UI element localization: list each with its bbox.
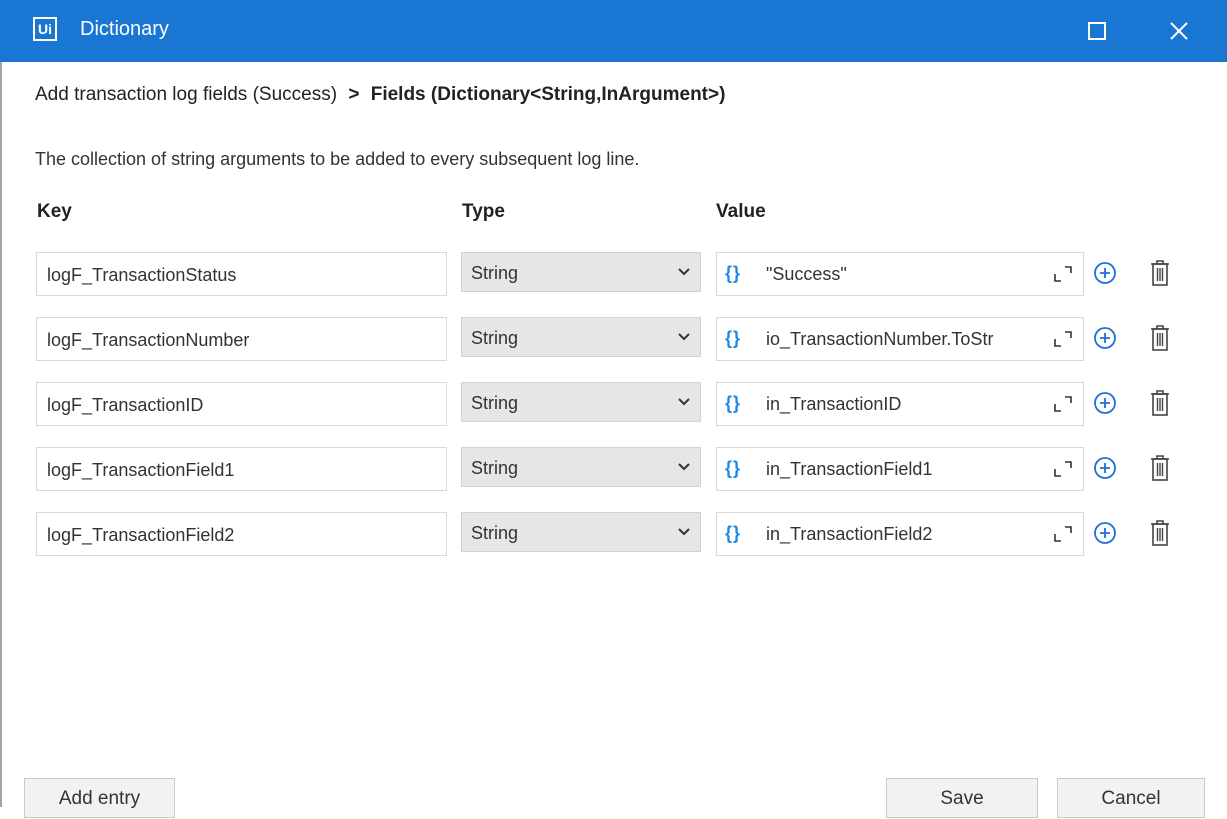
maximize-button[interactable] — [1074, 8, 1120, 54]
entry-row: logF_TransactionNumber String {} io_Tran… — [0, 317, 1227, 363]
trash-icon[interactable] — [1148, 453, 1172, 483]
expression-braces-icon: {} — [725, 263, 742, 283]
trash-icon[interactable] — [1148, 388, 1172, 418]
chevron-down-icon — [678, 333, 690, 341]
entry-row: logF_TransactionID String {} in_Transact… — [0, 382, 1227, 428]
column-header-key: Key — [37, 201, 72, 222]
breadcrumb-separator: > — [348, 84, 360, 105]
value-input[interactable]: {} "Success" — [716, 252, 1084, 296]
add-entry-button[interactable]: Add entry — [24, 778, 175, 818]
expression-braces-icon: {} — [725, 523, 742, 543]
entry-row: logF_TransactionField1 String {} in_Tran… — [0, 447, 1227, 493]
key-text: logF_TransactionID — [47, 395, 204, 415]
add-circle-icon[interactable] — [1092, 455, 1118, 481]
type-dropdown[interactable]: String — [461, 447, 701, 487]
type-dropdown[interactable]: String — [461, 252, 701, 292]
expression-braces-icon: {} — [725, 458, 742, 478]
key-text: logF_TransactionField2 — [47, 525, 235, 545]
chevron-down-icon — [678, 528, 690, 536]
type-selected-value: String — [471, 523, 519, 543]
value-input[interactable]: {} in_TransactionID — [716, 382, 1084, 426]
add-circle-icon[interactable] — [1092, 390, 1118, 416]
value-text: in_TransactionField1 — [766, 459, 933, 479]
type-selected-value: String — [471, 328, 519, 348]
maximize-icon — [1088, 22, 1106, 40]
column-header-type: Type — [462, 201, 505, 222]
chevron-down-icon — [678, 398, 690, 406]
chevron-down-icon — [678, 268, 690, 276]
trash-icon[interactable] — [1148, 323, 1172, 353]
value-text: in_TransactionID — [766, 394, 902, 414]
expand-editor-icon[interactable] — [1054, 395, 1072, 413]
expand-editor-icon[interactable] — [1054, 525, 1072, 543]
key-text: logF_TransactionStatus — [47, 265, 237, 285]
close-button[interactable] — [1156, 8, 1202, 54]
value-text: io_TransactionNumber.ToStr — [766, 329, 994, 349]
expression-braces-icon: {} — [725, 393, 742, 413]
key-input[interactable]: logF_TransactionStatus — [36, 252, 447, 296]
chevron-down-icon — [678, 463, 690, 471]
add-circle-icon[interactable] — [1092, 260, 1118, 286]
key-input[interactable]: logF_TransactionNumber — [36, 317, 447, 361]
type-dropdown[interactable]: String — [461, 512, 701, 552]
value-input[interactable]: {} io_TransactionNumber.ToStr — [716, 317, 1084, 361]
type-selected-value: String — [471, 393, 519, 413]
type-dropdown[interactable]: String — [461, 382, 701, 422]
cancel-button[interactable]: Cancel — [1057, 778, 1205, 818]
trash-icon[interactable] — [1148, 258, 1172, 288]
key-input[interactable]: logF_TransactionField2 — [36, 512, 447, 556]
breadcrumb: Add transaction log fields (Success) > F… — [35, 84, 725, 106]
window-left-border — [0, 62, 2, 807]
save-button[interactable]: Save — [886, 778, 1038, 818]
expand-editor-icon[interactable] — [1054, 460, 1072, 478]
breadcrumb-parent[interactable]: Add transaction log fields (Success) — [35, 84, 337, 105]
value-input[interactable]: {} in_TransactionField1 — [716, 447, 1084, 491]
key-text: logF_TransactionNumber — [47, 330, 250, 350]
value-text: in_TransactionField2 — [766, 524, 933, 544]
title-bar: Ui Dictionary — [0, 0, 1227, 62]
type-selected-value: String — [471, 263, 519, 283]
type-dropdown[interactable]: String — [461, 317, 701, 357]
uipath-logo: Ui — [33, 17, 57, 41]
entry-row: logF_TransactionStatus String {} "Succes… — [0, 252, 1227, 298]
window-title: Dictionary — [80, 18, 169, 40]
type-selected-value: String — [471, 458, 519, 478]
description-text: The collection of string arguments to be… — [35, 149, 640, 169]
breadcrumb-current: Fields (Dictionary<String,InArgument>) — [370, 84, 726, 105]
column-header-value: Value — [716, 201, 766, 222]
close-icon — [1170, 22, 1188, 40]
trash-icon[interactable] — [1148, 518, 1172, 548]
key-input[interactable]: logF_TransactionField1 — [36, 447, 447, 491]
key-input[interactable]: logF_TransactionID — [36, 382, 447, 426]
key-text: logF_TransactionField1 — [47, 460, 235, 480]
add-circle-icon[interactable] — [1092, 325, 1118, 351]
value-input[interactable]: {} in_TransactionField2 — [716, 512, 1084, 556]
entry-row: logF_TransactionField2 String {} in_Tran… — [0, 512, 1227, 558]
expand-editor-icon[interactable] — [1054, 330, 1072, 348]
value-text: "Success" — [766, 264, 847, 284]
add-circle-icon[interactable] — [1092, 520, 1118, 546]
expand-editor-icon[interactable] — [1054, 265, 1072, 283]
expression-braces-icon: {} — [725, 328, 742, 348]
